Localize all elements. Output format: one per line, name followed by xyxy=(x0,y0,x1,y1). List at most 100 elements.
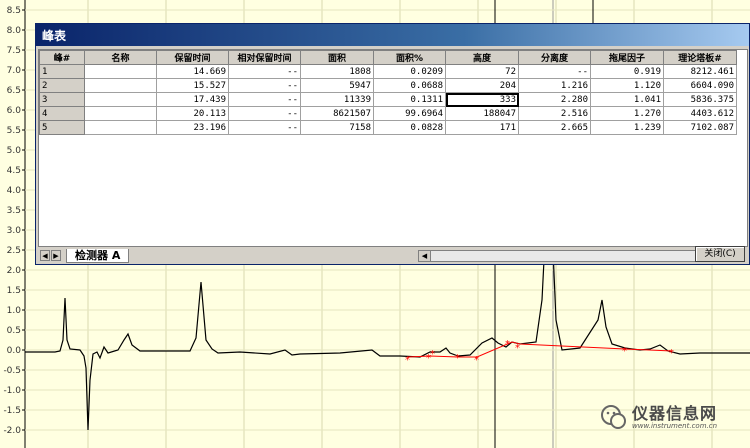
table-cell[interactable]: -- xyxy=(518,64,591,79)
table-cell[interactable]: 6604.090 xyxy=(663,78,737,93)
tab-detector-a[interactable]: 检测器 A xyxy=(66,249,130,263)
y-tick-label: 1.0 xyxy=(7,306,22,316)
table-row[interactable]: 2 15.527 -- 5947 0.0688 204 1.216 1.120 6604.090 xyxy=(39,78,737,93)
watermark-text: 仪器信息网 xyxy=(632,404,718,423)
table-cell[interactable]: 1.270 xyxy=(590,106,664,121)
y-tick-label: 5.5 xyxy=(7,126,21,136)
table-cell[interactable]: 23.196 xyxy=(156,120,229,135)
row-header-cell[interactable]: 5 xyxy=(39,120,85,135)
y-tick-label: 2.5 xyxy=(7,246,21,256)
table-cell[interactable]: 171 xyxy=(445,120,519,135)
column-header[interactable]: 面积% xyxy=(373,50,446,65)
peak-marker: * xyxy=(505,339,510,350)
table-row[interactable]: 5 23.196 -- 7158 0.0828 171 2.665 1.239 7102.087 xyxy=(39,120,737,135)
table-cell[interactable]: -- xyxy=(228,92,301,107)
table-cell[interactable]: 72 xyxy=(445,64,519,79)
y-tick-label: 8.5 xyxy=(7,6,21,16)
peak-table[interactable]: 峰# 名称 保留时间 相对保留时间 面积 面积% 高度 分离度 拖尾因子 理论塔板# 1 14.66… xyxy=(39,50,737,135)
column-header[interactable]: 分离度 xyxy=(518,50,591,65)
table-header-row: 峰# 名称 保留时间 相对保留时间 面积 面积% 高度 分离度 拖尾因子 理论塔板# xyxy=(39,50,737,65)
peak-marker: * xyxy=(474,355,479,366)
table-cell[interactable]: -- xyxy=(228,120,301,135)
table-cell[interactable]: 8621507 xyxy=(300,106,374,121)
tab-scroll-left-button[interactable]: ◀ xyxy=(40,250,50,261)
row-header-cell[interactable]: 2 xyxy=(39,78,85,93)
table-cell[interactable]: 1.239 xyxy=(590,120,664,135)
table-cell[interactable]: 2.280 xyxy=(518,92,591,107)
column-header[interactable]: 峰# xyxy=(39,50,85,65)
table-cell[interactable]: 2.516 xyxy=(518,106,591,121)
table-cell[interactable]: 1.216 xyxy=(518,78,591,93)
column-header[interactable]: 相对保留时间 xyxy=(228,50,301,65)
y-tick-label: 3.0 xyxy=(7,226,22,236)
table-cell[interactable]: 333 xyxy=(445,92,519,107)
table-cell[interactable]: 0.1311 xyxy=(373,92,446,107)
table-cell[interactable]: 7158 xyxy=(300,120,374,135)
table-cell[interactable]: 1.120 xyxy=(590,78,664,93)
table-row[interactable]: 1 14.669 -- 1808 0.0209 72 -- 0.919 8212.461 xyxy=(39,64,737,79)
row-header-cell[interactable]: 4 xyxy=(39,106,85,121)
y-tick-label: -1.0 xyxy=(3,386,21,396)
table-cell[interactable]: 5947 xyxy=(300,78,374,93)
table-cell[interactable]: 5836.375 xyxy=(663,92,737,107)
table-cell[interactable]: -- xyxy=(228,64,301,79)
table-cell[interactable]: 2.665 xyxy=(518,120,591,135)
table-cell[interactable]: 17.439 xyxy=(156,92,229,107)
table-cell[interactable]: 15.527 xyxy=(156,78,229,93)
y-tick-label: -1.5 xyxy=(3,406,21,416)
y-tick-label: -2.0 xyxy=(3,426,21,436)
table-cell[interactable]: 204 xyxy=(445,78,519,93)
table-cell[interactable]: 11339 xyxy=(300,92,374,107)
table-row[interactable]: 3 17.439 -- 11339 0.1311 333 2.280 1.041 5836.37… xyxy=(39,92,737,107)
peak-marker: * xyxy=(430,349,435,360)
table-cell[interactable]: 0.0688 xyxy=(373,78,446,93)
table-cell[interactable] xyxy=(84,106,157,121)
y-tick-label: 5.0 xyxy=(7,146,22,156)
row-header-cell[interactable]: 3 xyxy=(39,92,85,107)
table-cell[interactable] xyxy=(84,64,157,79)
row-header-cell[interactable]: 1 xyxy=(39,64,85,79)
scroll-left-arrow-icon[interactable]: ◀ xyxy=(419,251,431,261)
y-tick-label: 8.0 xyxy=(7,26,22,36)
table-cell[interactable] xyxy=(84,120,157,135)
y-tick-label: 1.5 xyxy=(7,286,21,296)
column-header[interactable]: 理论塔板# xyxy=(663,50,737,65)
table-cell[interactable]: 1.041 xyxy=(590,92,664,107)
peak-marker: * xyxy=(455,353,460,364)
table-cell[interactable]: -- xyxy=(228,106,301,121)
tab-scroll-right-button[interactable]: ▶ xyxy=(51,250,61,261)
column-header[interactable]: 高度 xyxy=(445,50,519,65)
close-button[interactable]: 关闭(C) xyxy=(695,246,745,262)
table-cell[interactable]: 188047 xyxy=(445,106,519,121)
table-cell[interactable] xyxy=(84,92,157,107)
table-cell[interactable]: -- xyxy=(228,78,301,93)
table-row[interactable]: 4 20.113 -- 8621507 99.6964 188047 2.516 1.270 4… xyxy=(39,106,737,121)
table-cell[interactable]: 0.919 xyxy=(590,64,664,79)
table-cell[interactable]: 4403.612 xyxy=(663,106,737,121)
y-tick-label: 3.5 xyxy=(7,206,21,216)
table-cell[interactable]: 7102.087 xyxy=(663,120,737,135)
table-cell[interactable]: 0.0828 xyxy=(373,120,446,135)
y-tick-label: 6.5 xyxy=(7,86,21,96)
column-header[interactable]: 面积 xyxy=(300,50,374,65)
column-header[interactable]: 保留时间 xyxy=(156,50,229,65)
table-cell[interactable]: 99.6964 xyxy=(373,106,446,121)
y-tick-label: 2.0 xyxy=(7,266,22,276)
peak-marker: * xyxy=(405,355,410,366)
table-cell[interactable]: 20.113 xyxy=(156,106,229,121)
peak-table-grid[interactable]: 峰# 名称 保留时间 相对保留时间 面积 面积% 高度 分离度 拖尾因子 理论塔板# 1 14.66… xyxy=(38,49,748,247)
table-cell[interactable]: 8212.461 xyxy=(663,64,737,79)
y-tick-label: 0.5 xyxy=(7,326,21,336)
table-cell[interactable] xyxy=(84,78,157,93)
y-tick-label: 4.0 xyxy=(7,186,22,196)
y-tick-label: 7.5 xyxy=(7,46,21,56)
column-header[interactable]: 拖尾因子 xyxy=(590,50,664,65)
table-cell[interactable]: 14.669 xyxy=(156,64,229,79)
table-cell[interactable]: 1808 xyxy=(300,64,374,79)
peak-table-window[interactable]: 峰表 峰# 名称 保留时间 相对保留时间 面积 面积% 高度 分离度 拖尾因子 理论塔板# 1 14… xyxy=(35,23,750,265)
sheet-tab-bar: ◀ ▶ 检测器 A ◀ xyxy=(38,248,748,264)
table-cell[interactable]: 0.0209 xyxy=(373,64,446,79)
column-header[interactable]: 名称 xyxy=(84,50,157,65)
peak-marker: * xyxy=(669,348,674,359)
window-titlebar[interactable]: 峰表 xyxy=(36,24,749,46)
